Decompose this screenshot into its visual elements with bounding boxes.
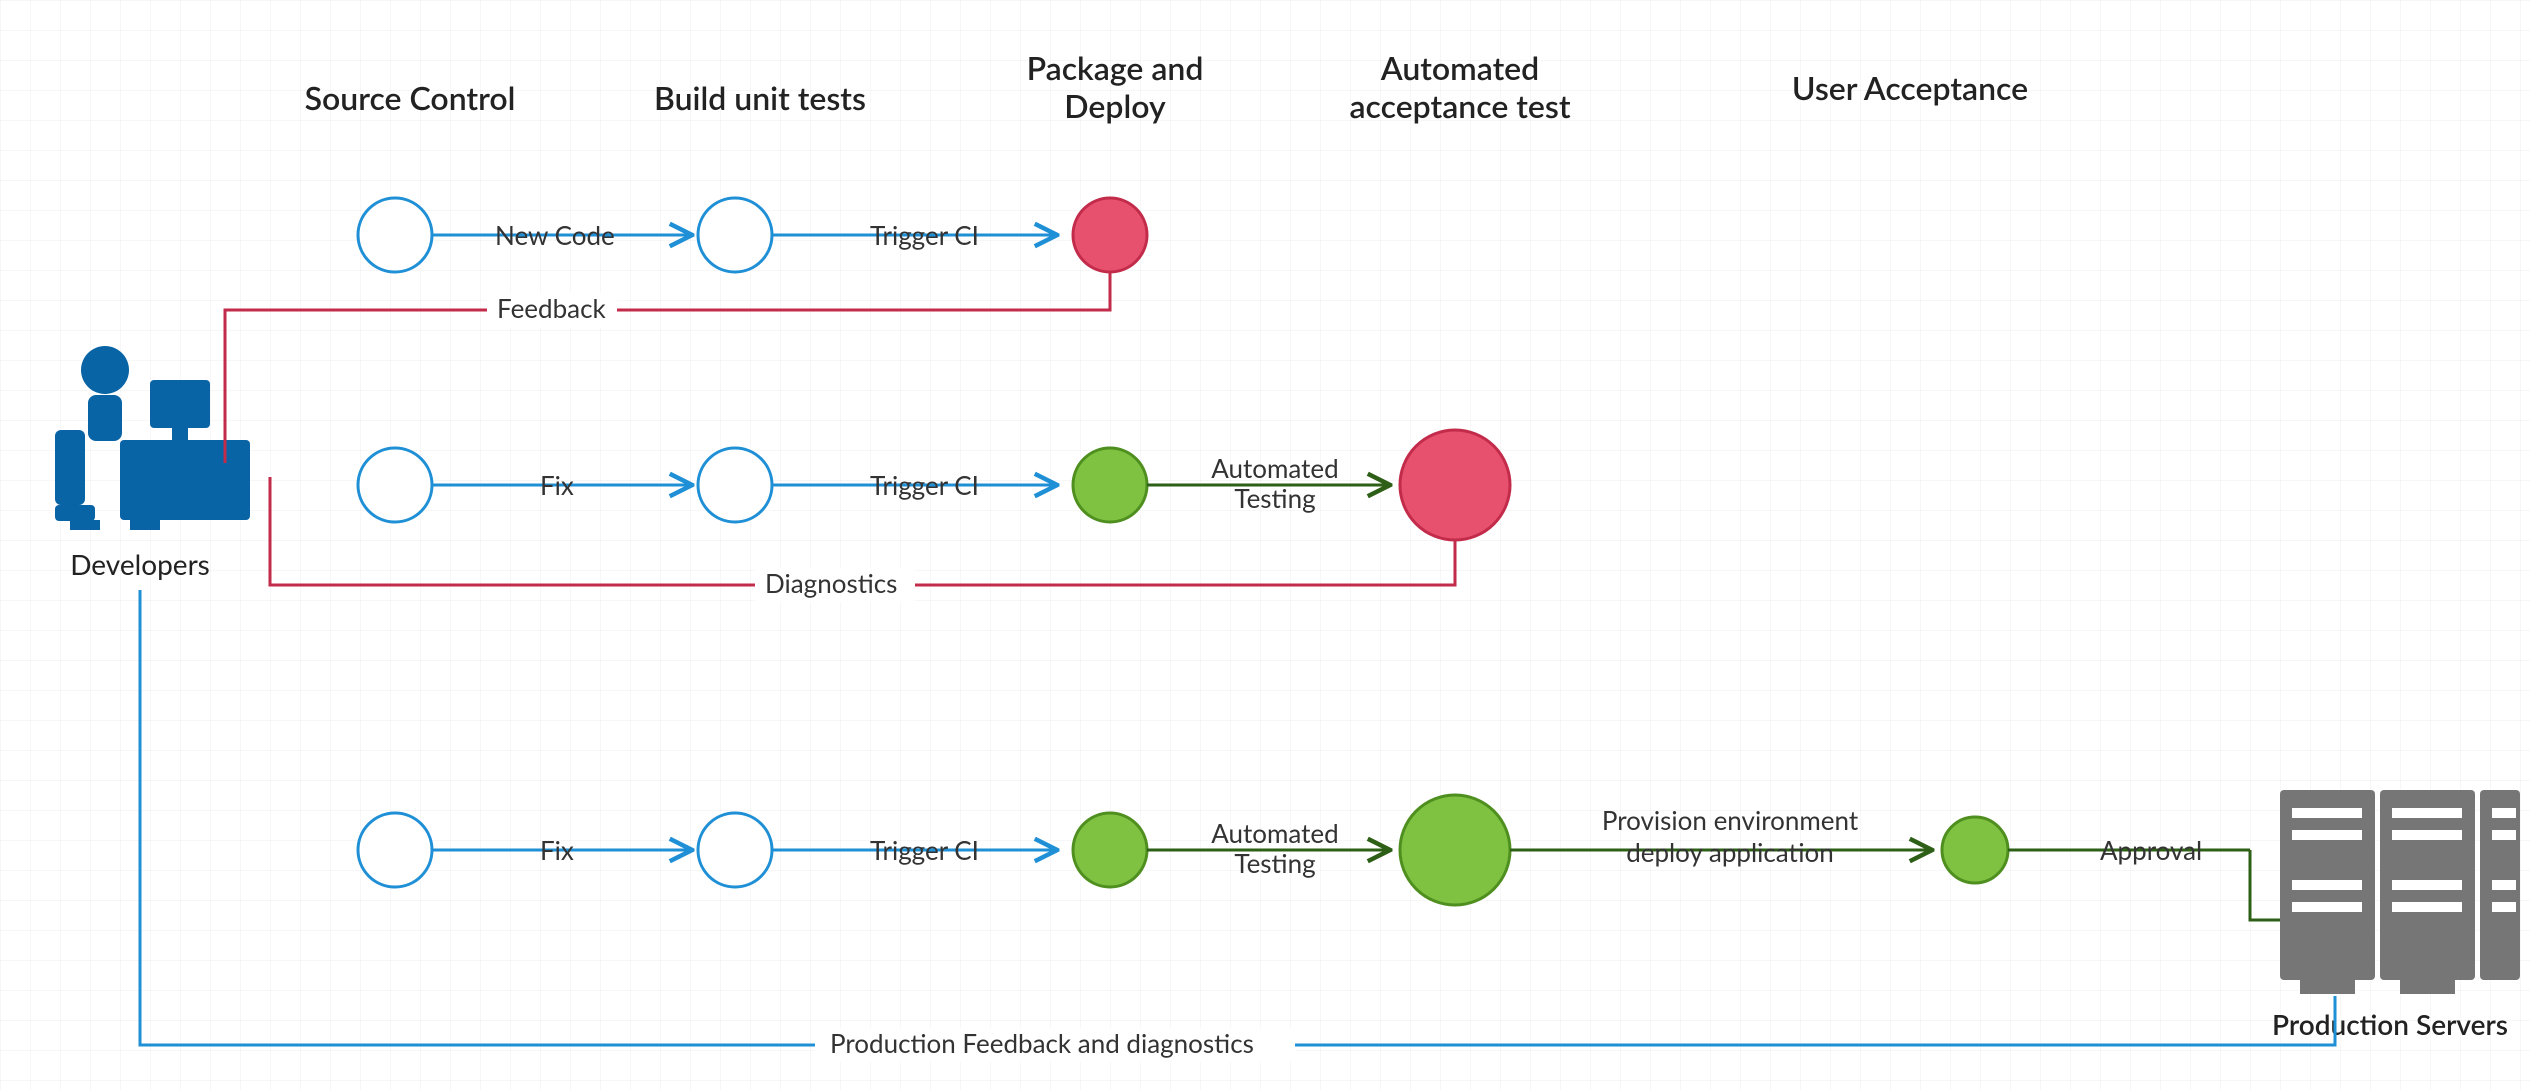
r2-build-node xyxy=(698,448,772,522)
r1-trigger-label: Trigger CI xyxy=(870,219,979,251)
developers-label: Developers xyxy=(70,547,210,581)
r3-provision-l1: Provision environment xyxy=(1602,804,1859,836)
r3-autotest-label-l2: Testing xyxy=(1234,847,1315,879)
r2-accept-fail-node xyxy=(1400,430,1510,540)
r1-package-fail-node xyxy=(1073,198,1147,272)
r3-approval-label: Approval xyxy=(2100,834,2202,866)
r3-source-node xyxy=(358,813,432,887)
r3-build-node xyxy=(698,813,772,887)
r2-diagnostics-label: Diagnostics xyxy=(765,567,897,599)
r2-autotest-label-l2: Testing xyxy=(1234,482,1315,514)
r2-trigger-label: Trigger CI xyxy=(870,469,979,501)
r1-feedback-path xyxy=(225,272,1110,463)
col-package-deploy-l1: Package and xyxy=(1027,48,1204,87)
col-build-unit-tests: Build unit tests xyxy=(654,78,866,117)
developer-icon xyxy=(55,346,250,530)
prod-feedback-label: Production Feedback and diagnostics xyxy=(830,1027,1254,1059)
r3-user-accept-node xyxy=(1942,817,2008,883)
pipeline-diagram: Source Control Build unit tests Package … xyxy=(0,0,2530,1090)
r2-source-node xyxy=(358,448,432,522)
production-servers-label: Production Servers xyxy=(2272,1007,2508,1041)
r1-build-node xyxy=(698,198,772,272)
r3-fix-label: Fix xyxy=(540,834,574,866)
r3-provision-l2: deploy application xyxy=(1626,836,1834,868)
r1-source-node xyxy=(358,198,432,272)
r2-fix-label: Fix xyxy=(540,469,574,501)
col-source-control: Source Control xyxy=(305,78,516,117)
r3-trigger-label: Trigger CI xyxy=(870,834,979,866)
r2-package-ok-node xyxy=(1073,448,1147,522)
col-auto-accept-l2: acceptance test xyxy=(1349,86,1570,125)
r1-new-code-label: New Code xyxy=(495,219,615,251)
servers-icon xyxy=(2280,790,2520,994)
col-auto-accept-l1: Automated xyxy=(1380,48,1539,87)
r1-feedback-label: Feedback xyxy=(497,292,606,324)
r3-package-ok-node xyxy=(1073,813,1147,887)
r3-autotest-label-l1: Automated xyxy=(1211,817,1338,849)
r3-accept-ok-node xyxy=(1400,795,1510,905)
col-package-deploy-l2: Deploy xyxy=(1064,86,1166,125)
r2-autotest-label-l1: Automated xyxy=(1211,452,1338,484)
col-user-acceptance: User Acceptance xyxy=(1792,68,2028,107)
